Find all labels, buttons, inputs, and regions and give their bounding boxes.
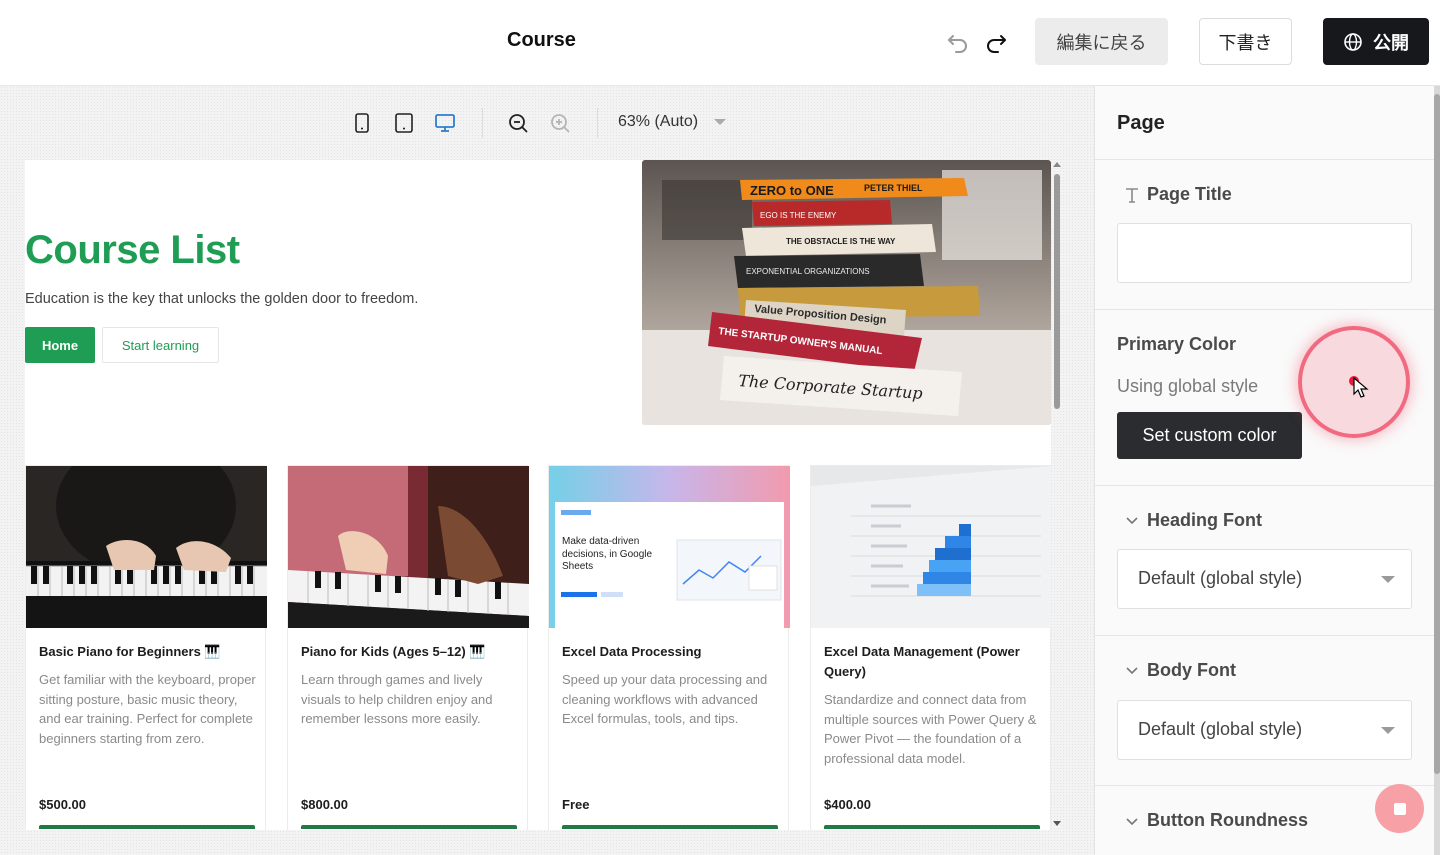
course-thumbnail-piano xyxy=(26,466,267,628)
caret-down-icon xyxy=(1381,727,1395,734)
heading-font-select[interactable]: Default (global style) xyxy=(1117,549,1412,609)
primary-color-label: Primary Color xyxy=(1117,334,1237,354)
book-title: EXPONENTIAL ORGANIZATIONS xyxy=(746,267,870,276)
course-thumbnail-sheets: Make data-driven decisions, in Google Sh… xyxy=(549,466,790,628)
preview-scrollbar[interactable] xyxy=(1053,160,1061,830)
body-font-value: Default (global style) xyxy=(1138,719,1303,739)
redo-icon[interactable] xyxy=(982,27,1010,55)
course-description: Get familiar with the keyboard, proper s… xyxy=(39,672,256,746)
scrollbar-thumb[interactable] xyxy=(1054,174,1060,409)
panel-title: Page xyxy=(1117,112,1165,134)
zoom-level[interactable]: 63% (Auto) xyxy=(618,113,698,131)
scroll-up-icon[interactable] xyxy=(1053,160,1061,168)
home-button[interactable]: Home xyxy=(25,327,95,363)
course-card[interactable]: Basic Piano for Beginners 🎹 Get familiar… xyxy=(25,465,267,830)
start-learning-button[interactable]: Start learning xyxy=(102,327,219,363)
panel-header: Page xyxy=(1095,86,1435,160)
book-title: THE OBSTACLE IS THE WAY xyxy=(786,237,896,246)
canvas-area: 63% (Auto) Course List Education is the … xyxy=(0,86,1094,855)
course-price: $500.00 xyxy=(39,797,86,812)
course-title[interactable]: Excel Data Management (Power Query) xyxy=(824,642,1042,682)
heading-font-label[interactable]: Heading Font xyxy=(1147,510,1262,531)
zoom-dropdown-caret[interactable] xyxy=(714,119,726,125)
hero-title: Course List xyxy=(25,228,240,272)
course-card[interactable]: Make data-driven decisions, in Google Sh… xyxy=(548,465,790,830)
course-button-edge[interactable] xyxy=(562,825,778,829)
course-thumbnail-power-query xyxy=(811,466,1051,628)
zoom-out-icon[interactable] xyxy=(507,112,529,134)
page-title: Course xyxy=(507,29,576,51)
hero-subtitle: Education is the key that unlocks the go… xyxy=(25,291,419,307)
book-title: EGO IS THE ENEMY xyxy=(760,211,837,220)
book-title: ZERO to ONE xyxy=(750,183,834,198)
thumbnail-caption: Make data-driven decisions, in Google Sh… xyxy=(562,536,653,572)
stop-icon xyxy=(1393,802,1406,815)
draft-button[interactable]: 下書き xyxy=(1199,18,1292,65)
tablet-view-icon[interactable] xyxy=(393,112,415,134)
toolbar-divider xyxy=(482,108,483,138)
course-title[interactable]: Piano for Kids (Ages 5–12) 🎹 xyxy=(301,642,519,662)
primary-color-status: Using global style xyxy=(1117,376,1259,396)
course-price: $800.00 xyxy=(301,797,348,812)
settings-panel: Page Page Title Primary Color Using glob… xyxy=(1094,86,1440,855)
course-description: Speed up your data processing and cleani… xyxy=(562,672,768,727)
back-to-edit-button[interactable]: 編集に戻る xyxy=(1035,18,1168,65)
body-font-section: Body Font Default (global style) xyxy=(1095,636,1435,786)
scroll-down-icon[interactable] xyxy=(1053,820,1061,828)
hero-image-books: ZERO to ONE PETER THIEL EGO IS THE ENEMY… xyxy=(642,160,1051,425)
course-button-edge[interactable] xyxy=(39,825,255,829)
page-preview: Course List Education is the key that un… xyxy=(25,160,1051,830)
mobile-view-icon[interactable] xyxy=(351,112,373,134)
page-title-input[interactable] xyxy=(1117,223,1412,283)
heading-font-value: Default (global style) xyxy=(1138,568,1303,588)
set-custom-color-button[interactable]: Set custom color xyxy=(1117,412,1302,459)
page-title-label: Page Title xyxy=(1147,184,1232,204)
canvas-toolbar: 63% (Auto) xyxy=(0,86,1094,158)
top-bar: Course 編集に戻る 下書き 公開 xyxy=(0,0,1440,86)
course-price: $400.00 xyxy=(824,797,871,812)
course-thumbnail-kids-piano xyxy=(288,466,529,628)
course-description: Standardize and connect data from multip… xyxy=(824,692,1037,766)
caret-down-icon xyxy=(1381,576,1395,583)
globe-icon xyxy=(1344,32,1362,51)
course-title[interactable]: Basic Piano for Beginners 🎹 xyxy=(39,642,257,662)
page-title-section: Page Title xyxy=(1095,160,1435,310)
chevron-down-icon[interactable] xyxy=(1125,514,1139,528)
mouse-cursor-icon xyxy=(1353,377,1369,398)
course-description: Learn through games and lively visuals t… xyxy=(301,672,493,727)
publish-label: 公開 xyxy=(1373,32,1409,53)
course-card[interactable]: Excel Data Management (Power Query) Stan… xyxy=(810,465,1051,830)
toolbar-divider xyxy=(597,108,598,138)
zoom-in-icon[interactable] xyxy=(549,112,571,134)
course-button-edge[interactable] xyxy=(824,825,1040,829)
course-price: Free xyxy=(562,797,590,812)
piano-keys xyxy=(26,565,267,628)
button-roundness-label[interactable]: Button Roundness xyxy=(1147,810,1308,831)
body-font-select[interactable]: Default (global style) xyxy=(1117,700,1412,760)
publish-button[interactable]: 公開 xyxy=(1323,18,1429,65)
panel-scrollbar[interactable] xyxy=(1434,86,1440,855)
body-font-label[interactable]: Body Font xyxy=(1147,660,1236,681)
stop-recording-button[interactable] xyxy=(1375,784,1424,833)
scrollbar-thumb[interactable] xyxy=(1434,94,1440,774)
chevron-down-icon[interactable] xyxy=(1125,664,1139,678)
heading-font-section: Heading Font Default (global style) xyxy=(1095,486,1435,636)
course-card[interactable]: Piano for Kids (Ages 5–12) 🎹 Learn throu… xyxy=(287,465,529,830)
desktop-view-icon[interactable] xyxy=(434,112,456,134)
course-button-edge[interactable] xyxy=(301,825,517,829)
chevron-down-icon[interactable] xyxy=(1125,815,1139,829)
book-author: PETER THIEL xyxy=(864,183,923,193)
undo-icon[interactable] xyxy=(944,27,972,55)
course-title[interactable]: Excel Data Processing xyxy=(562,642,780,662)
text-icon xyxy=(1126,188,1138,203)
